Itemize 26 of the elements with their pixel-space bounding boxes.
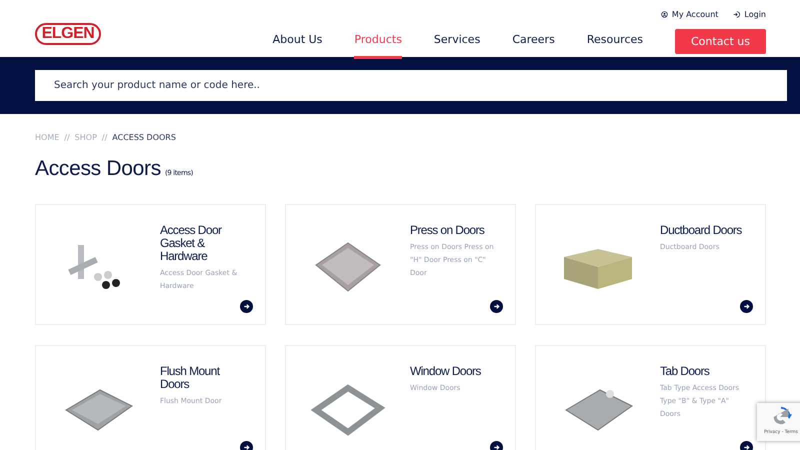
product-name[interactable]: Tab Doors [660, 365, 747, 378]
nav-link[interactable]: Services [434, 24, 480, 59]
product-name[interactable]: Ductboard Doors [660, 224, 747, 237]
nav-link[interactable]: Resources [586, 24, 643, 59]
product-name[interactable]: Press on Doors [410, 224, 497, 237]
door-panel-drawing [315, 242, 381, 292]
breadcrumb-separator: // [102, 133, 108, 144]
search-field[interactable]: Search your product name or code here.. [35, 70, 787, 101]
product-name[interactable]: Access Door Gasket & Hardware [160, 224, 247, 263]
utility-link[interactable]: Login [733, 8, 766, 20]
hardware-drawing [68, 245, 120, 289]
ductboard-door-drawing [564, 249, 632, 289]
elgen-logo[interactable]: ELGEN [35, 23, 101, 45]
product-name[interactable]: Window Doors [410, 365, 497, 378]
breadcrumb-separator: // [64, 133, 70, 144]
product-name[interactable]: Flush Mount Doors [160, 365, 247, 391]
nav-link[interactable]: Careers [512, 24, 555, 59]
door-panel-drawing [565, 389, 633, 431]
door-panel-drawing [65, 389, 133, 431]
contact-button[interactable]: Contact us [675, 29, 766, 54]
utility-link[interactable]: My Account [660, 8, 718, 20]
user-icon [660, 10, 668, 18]
page-title: Access Doors [35, 157, 161, 181]
breadcrumb-link[interactable]: ACCESS DOORS [112, 133, 176, 144]
login-icon [733, 10, 740, 18]
nav-link[interactable]: About Us [272, 24, 322, 59]
